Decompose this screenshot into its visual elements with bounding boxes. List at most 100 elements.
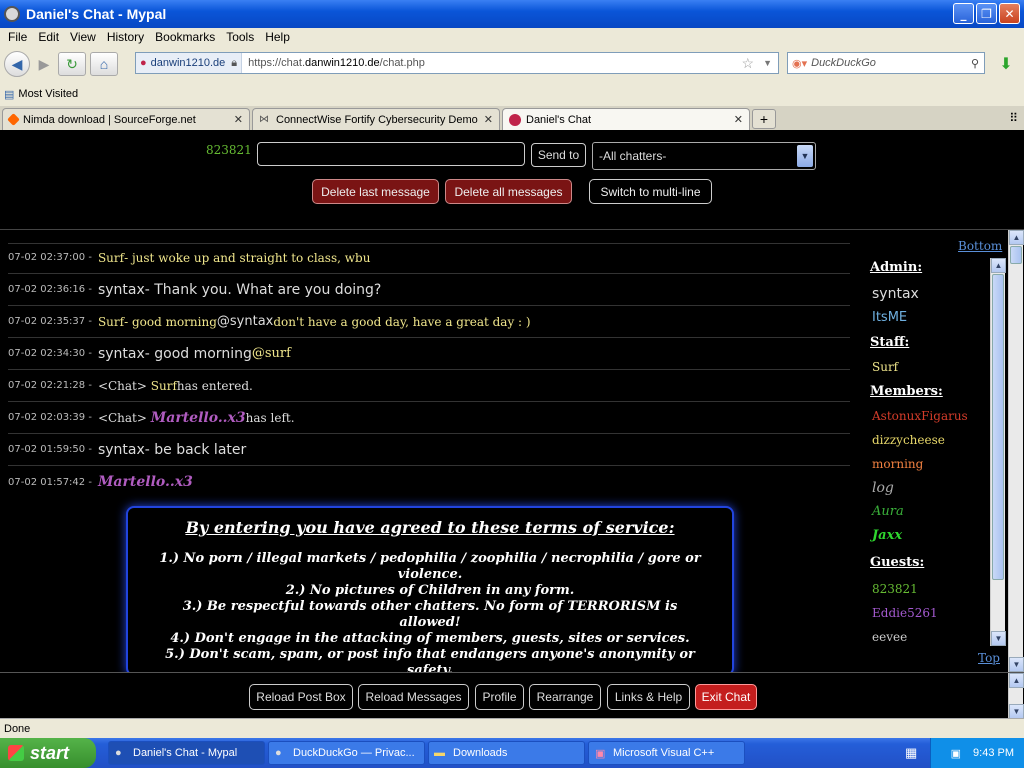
- profile-button[interactable]: Profile: [475, 684, 524, 710]
- duckduckgo-engine-icon[interactable]: ◉▾: [792, 57, 807, 70]
- tab-connectwise[interactable]: ⋈ ConnectWise Fortify Cybersecurity Demo…: [252, 108, 500, 130]
- user-list-panel: Bottom Admin: syntax ItsME Staff: Surf M…: [862, 230, 1022, 672]
- download-arrow-icon[interactable]: ⬇: [995, 54, 1017, 74]
- url-dropdown-icon[interactable]: ▼: [763, 58, 772, 68]
- search-placeholder: DuckDuckGo: [811, 57, 876, 69]
- forward-button[interactable]: ▶: [34, 54, 54, 74]
- scroll-down-arrow-icon[interactable]: ▼: [1009, 657, 1024, 672]
- site-identity[interactable]: ● danwin1210.de 🔒︎: [136, 53, 243, 73]
- menu-file[interactable]: File: [4, 30, 34, 44]
- tab-daniels-chat[interactable]: Daniel's Chat ✕: [502, 108, 750, 130]
- home-icon: ⌂: [99, 56, 109, 72]
- menu-edit[interactable]: Edit: [34, 30, 66, 44]
- mypal-app-icon: [4, 6, 20, 22]
- top-link[interactable]: Top: [978, 651, 1000, 665]
- scroll-down-arrow-icon[interactable]: ▼: [991, 631, 1006, 646]
- links-help-button[interactable]: Links & Help: [607, 684, 690, 710]
- raspberry-favicon: [509, 113, 521, 126]
- chevron-down-icon[interactable]: ▼: [797, 145, 813, 167]
- window-titlebar: Daniel's Chat - Mypal _ ❐ ✕: [0, 0, 1024, 28]
- menu-bar: File Edit View History Bookmarks Tools H…: [0, 28, 1024, 46]
- site-identity-label: danwin1210.de: [150, 57, 226, 69]
- scroll-up-arrow-icon[interactable]: ▲: [1009, 673, 1024, 688]
- user-admin-itsme[interactable]: ItsME: [872, 310, 907, 325]
- message-row: 07-02 02:03:39 - <Chat> Martello..x3 has …: [8, 402, 850, 434]
- user-member[interactable]: AstonuxFigarus: [872, 409, 968, 423]
- user-member[interactable]: dizzycheese: [872, 433, 945, 447]
- user-member[interactable]: log: [872, 480, 894, 496]
- list-all-tabs-icon[interactable]: ⠿: [1009, 111, 1018, 125]
- user-member[interactable]: morning: [872, 457, 923, 471]
- user-guest[interactable]: Eddie5261: [872, 606, 938, 620]
- taskbar-item-duckduckgo[interactable]: ● DuckDuckGo — Privac...: [268, 741, 425, 765]
- delete-last-message-button[interactable]: Delete last message: [312, 179, 439, 204]
- recipient-select[interactable]: -All chatters- ▼: [592, 142, 816, 170]
- staff-heading: Staff:: [870, 335, 910, 350]
- user-guest[interactable]: eevee: [872, 630, 907, 644]
- taskbar-item-downloads[interactable]: ▬ Downloads: [428, 741, 585, 765]
- menu-tools[interactable]: Tools: [222, 30, 261, 44]
- scroll-down-arrow-icon[interactable]: ▼: [1009, 704, 1024, 719]
- switch-multiline-button[interactable]: Switch to multi-line: [589, 179, 712, 204]
- userlist-scroll-thumb[interactable]: [992, 274, 1004, 580]
- search-input[interactable]: ◉▾ DuckDuckGo ⚲: [787, 52, 985, 74]
- reload-post-box-button[interactable]: Reload Post Box: [249, 684, 353, 710]
- reload-button[interactable]: ↻: [58, 52, 86, 76]
- tos-rule: 2.) No pictures of Children in any form.: [285, 583, 575, 598]
- tos-heading: By entering you have agreed to these ter…: [185, 518, 675, 537]
- user-staff-surf[interactable]: Surf: [872, 360, 898, 374]
- sourceforge-favicon: [7, 113, 20, 126]
- page-scrollbar-bottom[interactable]: ▲ ▼: [1008, 673, 1024, 719]
- back-button[interactable]: ◀: [4, 51, 30, 77]
- send-button[interactable]: Send to: [531, 143, 586, 167]
- scroll-up-arrow-icon[interactable]: ▲: [991, 258, 1006, 273]
- taskbar-item-mypal[interactable]: ● Daniel's Chat - Mypal: [108, 741, 265, 765]
- close-tab-icon[interactable]: ✕: [734, 113, 743, 126]
- menu-help[interactable]: Help: [261, 30, 297, 44]
- messages-scroll-thumb[interactable]: [1010, 246, 1022, 264]
- message-row: 07-02 02:37:00 - Surf - just woke up and …: [8, 242, 850, 274]
- delete-all-messages-button[interactable]: Delete all messages: [445, 179, 572, 204]
- user-admin-syntax[interactable]: syntax: [872, 286, 919, 302]
- maximize-button[interactable]: ❐: [976, 3, 997, 24]
- start-button[interactable]: start: [0, 738, 96, 768]
- bottom-link[interactable]: Bottom: [958, 239, 1002, 253]
- menu-bookmarks[interactable]: Bookmarks: [151, 30, 222, 44]
- new-tab-button[interactable]: +: [752, 109, 776, 129]
- keyboard-icon[interactable]: ▦: [905, 745, 917, 761]
- rearrange-button[interactable]: Rearrange: [529, 684, 601, 710]
- close-window-button[interactable]: ✕: [999, 3, 1020, 24]
- message-row: 07-02 01:59:50 - syntax - be back later: [8, 434, 850, 466]
- taskbar-item-visual-cpp[interactable]: ▣ Microsoft Visual C++: [588, 741, 745, 765]
- bookmark-star-icon[interactable]: ☆: [741, 55, 754, 72]
- user-member[interactable]: Aura: [872, 504, 904, 519]
- windows-taskbar: start ● Daniel's Chat - Mypal ● DuckDuckGo…: [0, 738, 1024, 768]
- mypal-icon: ●: [275, 747, 282, 759]
- menu-history[interactable]: History: [103, 30, 151, 44]
- tos-rule: 3.) Be respectful towards other chatters…: [182, 599, 678, 630]
- menu-view[interactable]: View: [66, 30, 103, 44]
- raspberry-site-icon: ●: [140, 57, 147, 69]
- close-tab-icon[interactable]: ✕: [234, 113, 243, 126]
- tab-label: Nimda download | SourceForge.net: [23, 113, 196, 126]
- userlist-scrollbar[interactable]: ▲ ▼: [990, 258, 1006, 646]
- home-button[interactable]: ⌂: [90, 52, 118, 76]
- message-input[interactable]: [257, 142, 525, 166]
- tab-sourceforge[interactable]: Nimda download | SourceForge.net ✕: [2, 108, 250, 130]
- reload-messages-button[interactable]: Reload Messages: [358, 684, 469, 710]
- search-icon[interactable]: ⚲: [971, 57, 979, 70]
- message-row: 07-02 02:34:30 - syntax - good morning @s…: [8, 338, 850, 370]
- url-text[interactable]: https://chat.danwin1210.de/chat.php: [242, 57, 425, 69]
- url-bar[interactable]: ● danwin1210.de 🔒︎ https://chat.danwin12…: [135, 52, 779, 74]
- minimize-button[interactable]: _: [953, 3, 974, 24]
- scroll-up-arrow-icon[interactable]: ▲: [1009, 230, 1024, 245]
- exit-chat-button[interactable]: Exit Chat: [695, 684, 757, 710]
- status-text: Done: [4, 722, 31, 735]
- terms-of-service-box: By entering you have agreed to these ter…: [126, 506, 734, 676]
- most-visited-bookmark[interactable]: Most Visited: [18, 88, 78, 100]
- network-icon[interactable]: ▣: [951, 747, 961, 760]
- user-guest[interactable]: 823821: [872, 582, 918, 596]
- messages-scrollbar[interactable]: ▲ ▼: [1008, 230, 1024, 672]
- close-tab-icon[interactable]: ✕: [484, 113, 493, 126]
- user-member[interactable]: Jaxx: [872, 528, 902, 543]
